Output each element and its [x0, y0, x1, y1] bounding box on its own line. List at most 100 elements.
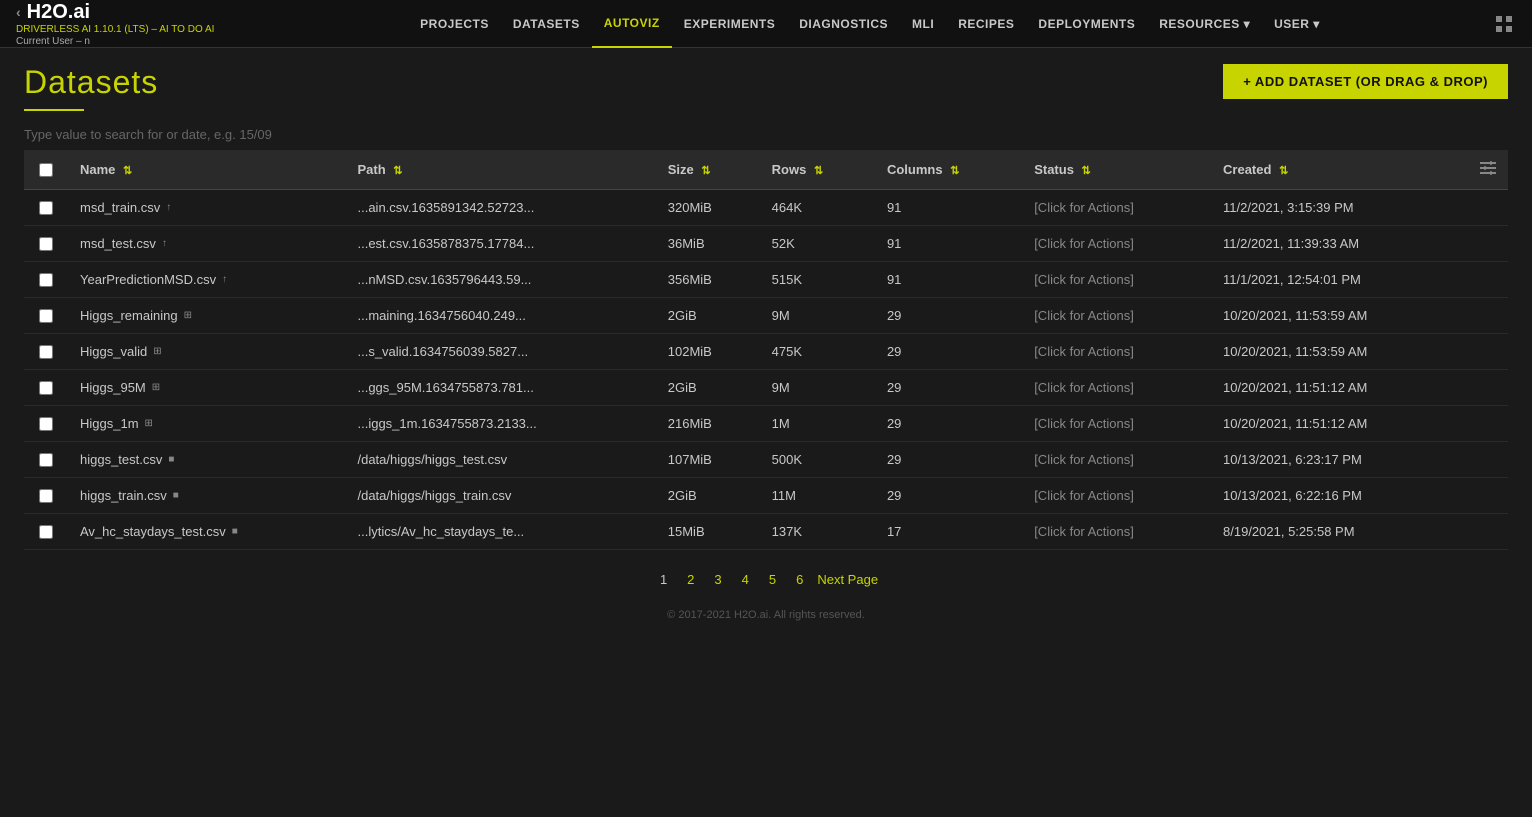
- col-settings[interactable]: [1468, 150, 1508, 190]
- row-status-cell[interactable]: [Click for Actions]: [1022, 262, 1211, 298]
- nav-grid-icon[interactable]: [1492, 12, 1516, 36]
- dataset-type-icon: ⊞: [152, 382, 160, 393]
- row-name-cell[interactable]: Higgs_95M ⊞: [68, 370, 345, 406]
- row-checkbox-cell[interactable]: [24, 442, 68, 478]
- row-checkbox-3[interactable]: [39, 309, 53, 323]
- page-6[interactable]: 6: [790, 570, 809, 589]
- row-path-cell: ...maining.1634756040.249...: [345, 298, 655, 334]
- nav-diagnostics[interactable]: DIAGNOSTICS: [787, 0, 900, 48]
- row-status-cell[interactable]: [Click for Actions]: [1022, 370, 1211, 406]
- row-path-cell: /data/higgs/higgs_test.csv: [345, 442, 655, 478]
- row-checkbox-2[interactable]: [39, 273, 53, 287]
- row-size-cell: 320MiB: [656, 190, 760, 226]
- nav-autoviz[interactable]: AUTOVIZ: [592, 0, 672, 48]
- row-columns-cell: 91: [875, 262, 1022, 298]
- dataset-type-icon: ↑: [166, 202, 171, 213]
- row-status-cell[interactable]: [Click for Actions]: [1022, 442, 1211, 478]
- search-area: [0, 119, 1532, 142]
- row-checkbox-6[interactable]: [39, 417, 53, 431]
- row-checkbox-cell[interactable]: [24, 334, 68, 370]
- page-1[interactable]: 1: [654, 570, 673, 589]
- row-checkbox-cell[interactable]: [24, 478, 68, 514]
- row-name-cell[interactable]: Higgs_1m ⊞: [68, 406, 345, 442]
- nav-experiments[interactable]: EXPERIMENTS: [672, 0, 788, 48]
- row-checkbox-9[interactable]: [39, 525, 53, 539]
- row-checkbox-cell[interactable]: [24, 370, 68, 406]
- row-status-cell[interactable]: [Click for Actions]: [1022, 226, 1211, 262]
- dataset-name-text: Av_hc_staydays_test.csv: [80, 524, 226, 539]
- col-name[interactable]: Name ⇅: [68, 150, 345, 190]
- page-5[interactable]: 5: [763, 570, 782, 589]
- nav-projects[interactable]: PROJECTS: [408, 0, 501, 48]
- page-4[interactable]: 4: [736, 570, 755, 589]
- row-name-cell[interactable]: msd_test.csv ↑: [68, 226, 345, 262]
- row-checkbox-1[interactable]: [39, 237, 53, 251]
- dataset-name-text: YearPredictionMSD.csv: [80, 272, 216, 287]
- row-name-cell[interactable]: YearPredictionMSD.csv ↑: [68, 262, 345, 298]
- col-size[interactable]: Size ⇅: [656, 150, 760, 190]
- row-checkbox-cell[interactable]: [24, 514, 68, 550]
- row-status-cell[interactable]: [Click for Actions]: [1022, 478, 1211, 514]
- row-checkbox-cell[interactable]: [24, 226, 68, 262]
- row-rows-cell: 464K: [760, 190, 875, 226]
- col-rows[interactable]: Rows ⇅: [760, 150, 875, 190]
- row-rows-cell: 515K: [760, 262, 875, 298]
- page-3[interactable]: 3: [708, 570, 727, 589]
- row-extra-cell: [1468, 334, 1508, 370]
- row-name-cell[interactable]: Higgs_valid ⊞: [68, 334, 345, 370]
- row-status-cell[interactable]: [Click for Actions]: [1022, 190, 1211, 226]
- row-checkbox-5[interactable]: [39, 381, 53, 395]
- row-checkbox-8[interactable]: [39, 489, 53, 503]
- app-name: H2O.ai: [27, 1, 90, 24]
- dataset-name-text: msd_test.csv: [80, 236, 156, 251]
- col-columns[interactable]: Columns ⇅: [875, 150, 1022, 190]
- row-name-cell[interactable]: higgs_train.csv ■: [68, 478, 345, 514]
- row-name-cell[interactable]: Av_hc_staydays_test.csv ■: [68, 514, 345, 550]
- col-status[interactable]: Status ⇅: [1022, 150, 1211, 190]
- page-2[interactable]: 2: [681, 570, 700, 589]
- row-name-cell[interactable]: msd_train.csv ↑: [68, 190, 345, 226]
- nav-datasets[interactable]: DATASETS: [501, 0, 592, 48]
- row-name-cell[interactable]: higgs_test.csv ■: [68, 442, 345, 478]
- row-size-cell: 356MiB: [656, 262, 760, 298]
- search-input[interactable]: [24, 127, 1508, 142]
- row-status-cell[interactable]: [Click for Actions]: [1022, 514, 1211, 550]
- row-checkbox-cell[interactable]: [24, 262, 68, 298]
- row-columns-cell: 29: [875, 298, 1022, 334]
- path-sort-icon: ⇅: [393, 165, 402, 177]
- table-row: Av_hc_staydays_test.csv ■ ...lytics/Av_h…: [24, 514, 1508, 550]
- row-created-cell: 11/2/2021, 11:39:33 AM: [1211, 226, 1468, 262]
- row-size-cell: 216MiB: [656, 406, 760, 442]
- select-all-header[interactable]: [24, 150, 68, 190]
- row-rows-cell: 11M: [760, 478, 875, 514]
- row-status-cell[interactable]: [Click for Actions]: [1022, 334, 1211, 370]
- row-checkbox-0[interactable]: [39, 201, 53, 215]
- nav-resources[interactable]: RESOURCES ▾: [1147, 0, 1262, 48]
- row-status-cell[interactable]: [Click for Actions]: [1022, 406, 1211, 442]
- logo-title[interactable]: ‹ H2O.ai: [16, 1, 216, 24]
- nav-mli[interactable]: MLI: [900, 0, 946, 48]
- row-rows-cell: 1M: [760, 406, 875, 442]
- col-created[interactable]: Created ⇅: [1211, 150, 1468, 190]
- created-sort-icon: ⇅: [1279, 165, 1288, 177]
- col-path[interactable]: Path ⇅: [345, 150, 655, 190]
- select-all-checkbox[interactable]: [39, 163, 53, 177]
- row-checkbox-cell[interactable]: [24, 406, 68, 442]
- add-dataset-button[interactable]: + ADD DATASET (OR DRAG & DROP): [1223, 64, 1508, 99]
- row-checkbox-4[interactable]: [39, 345, 53, 359]
- footer-copyright: © 2017-2021 H2O.ai. All rights reserved.: [667, 609, 865, 621]
- row-checkbox-7[interactable]: [39, 453, 53, 467]
- row-size-cell: 2GiB: [656, 298, 760, 334]
- row-created-cell: 11/1/2021, 12:54:01 PM: [1211, 262, 1468, 298]
- row-status-cell[interactable]: [Click for Actions]: [1022, 298, 1211, 334]
- status-sort-icon: ⇅: [1082, 165, 1091, 177]
- nav-deployments[interactable]: DEPLOYMENTS: [1026, 0, 1147, 48]
- next-page-button[interactable]: Next Page: [817, 572, 878, 587]
- nav-user[interactable]: USER ▾: [1262, 0, 1332, 48]
- row-checkbox-cell[interactable]: [24, 190, 68, 226]
- row-checkbox-cell[interactable]: [24, 298, 68, 334]
- row-columns-cell: 91: [875, 190, 1022, 226]
- nav-recipes[interactable]: RECIPES: [946, 0, 1026, 48]
- row-name-cell[interactable]: Higgs_remaining ⊞: [68, 298, 345, 334]
- app-subtitle: DRIVERLESS AI 1.10.1 (LTS) – AI TO DO AI: [16, 24, 216, 36]
